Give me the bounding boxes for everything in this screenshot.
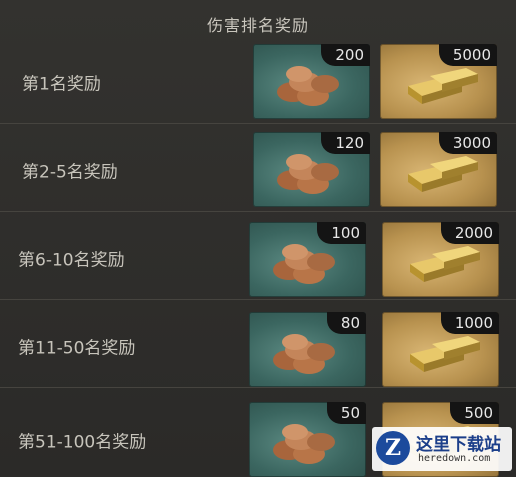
site-watermark: Z 这里下载站 heredown.com: [372, 427, 512, 471]
reward-row: 第1名奖励 200 5000: [0, 40, 516, 124]
gold-reward-item[interactable]: 1000: [382, 312, 499, 387]
gold-quantity: 5000: [438, 44, 497, 66]
rank-label: 第11-50名奖励: [18, 338, 136, 359]
rank-label: 第2-5名奖励: [22, 162, 118, 183]
reward-row: 第6-10名奖励 100 2000: [0, 216, 516, 300]
coin-reward-item[interactable]: 120: [253, 132, 370, 207]
gold-quantity: 1000: [440, 312, 499, 334]
reward-row: 第2-5名奖励 120 3000: [0, 128, 516, 212]
reward-panel: 伤害排名奖励 第1名奖励 200 5000 第2-5名奖励 120 3000 第…: [0, 0, 516, 477]
gold-quantity: 2000: [440, 222, 499, 244]
gold-quantity: 500: [450, 402, 499, 424]
reward-row: 第11-50名奖励 80 1000: [0, 304, 516, 388]
row-divider: [0, 211, 516, 212]
coin-reward-item[interactable]: 200: [253, 44, 370, 119]
coin-quantity: 120: [321, 132, 370, 154]
rank-label: 第51-100名奖励: [18, 432, 147, 453]
coin-quantity: 50: [326, 402, 366, 424]
rank-label: 第1名奖励: [22, 74, 101, 95]
row-divider: [0, 299, 516, 300]
watermark-url: heredown.com: [418, 453, 491, 464]
coin-reward-item[interactable]: 100: [249, 222, 366, 297]
gold-reward-item[interactable]: 5000: [380, 44, 497, 119]
gold-quantity: 3000: [438, 132, 497, 154]
coin-reward-item[interactable]: 50: [249, 402, 366, 477]
panel-title: 伤害排名奖励: [206, 16, 309, 35]
watermark-title: 这里下载站: [416, 435, 501, 455]
gold-reward-item[interactable]: 3000: [380, 132, 497, 207]
coin-quantity: 100: [317, 222, 366, 244]
coin-quantity: 80: [326, 312, 366, 334]
coin-quantity: 200: [321, 44, 370, 66]
gold-reward-item[interactable]: 2000: [382, 222, 499, 297]
row-divider: [0, 123, 516, 124]
rank-label: 第6-10名奖励: [18, 250, 125, 271]
coin-reward-item[interactable]: 80: [249, 312, 366, 387]
row-divider: [0, 387, 516, 388]
z-logo-icon: Z: [376, 431, 410, 465]
